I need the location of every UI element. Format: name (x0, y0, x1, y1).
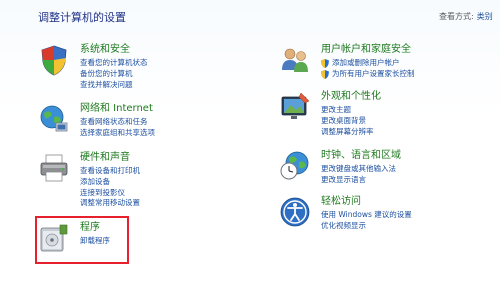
view-by-dropdown[interactable]: 类别 (477, 12, 493, 21)
link-homegroup-sharing[interactable]: 选择家庭组和共享选项 (80, 128, 155, 139)
category-appearance: 外观和个性化 更改主题 更改桌面背景 调整屏幕分辨率 (279, 91, 494, 143)
link-recommended-settings[interactable]: 使用 Windows 建议的设置 (321, 210, 412, 221)
category-title[interactable]: 时钟、语言和区域 (321, 150, 401, 162)
shield-flag-icon[interactable] (38, 44, 70, 76)
link-change-input-method[interactable]: 更改键盘或其他输入法 (321, 164, 396, 175)
link-mobility-settings[interactable]: 调整常用移动设置 (80, 198, 140, 209)
link-change-display-language[interactable]: 更改显示语言 (321, 175, 396, 186)
link-connect-projector[interactable]: 连接到投影仪 (80, 188, 140, 199)
accessibility-icon[interactable] (279, 196, 311, 228)
category-title[interactable]: 外观和个性化 (321, 91, 381, 103)
link-label: 添加或删除用户帐户 (332, 58, 400, 67)
link-label: 为所有用户设置家长控制 (332, 68, 415, 78)
link-find-fix-problems[interactable]: 查找并解决问题 (80, 80, 148, 91)
network-globe-icon[interactable] (38, 103, 70, 135)
link-view-network-status[interactable]: 查看网络状态和任务 (80, 117, 155, 128)
uac-shield-icon (321, 58, 329, 68)
category-network-internet: 网络和 Internet 查看网络状态和任务 选择家庭组和共享选项 (38, 103, 238, 143)
link-backup-computer[interactable]: 备份您的计算机 (80, 69, 148, 80)
link-add-remove-accounts[interactable]: 添加或删除用户帐户 (321, 58, 415, 69)
link-change-theme[interactable]: 更改主题 (321, 105, 374, 116)
users-icon[interactable] (279, 44, 311, 76)
link-devices-printers[interactable]: 查看设备和打印机 (80, 166, 140, 177)
category-hardware-sound: 硬件和声音 查看设备和打印机 添加设备 连接到投影仪 调整常用移动设置 (38, 152, 238, 214)
page-title: 调整计算机的设置 (38, 11, 126, 24)
category-system-security: 系统和安全 查看您的计算机状态 备份您的计算机 查找并解决问题 (38, 44, 238, 94)
category-title[interactable]: 系统和安全 (80, 44, 130, 56)
link-parental-controls[interactable]: 为所有用户设置家长控制 (321, 69, 415, 80)
category-title[interactable]: 网络和 Internet (80, 103, 153, 115)
category-title[interactable]: 硬件和声音 (80, 152, 130, 164)
highlight-box (35, 216, 129, 264)
view-by-label: 查看方式: (439, 12, 474, 21)
printer-icon[interactable] (38, 152, 70, 184)
category-title[interactable]: 轻松访问 (321, 196, 361, 208)
view-by: 查看方式: 类别 (439, 11, 493, 22)
link-add-device[interactable]: 添加设备 (80, 177, 140, 188)
category-ease-of-access: 轻松访问 使用 Windows 建议的设置 优化视频显示 (279, 196, 494, 236)
appearance-icon[interactable] (279, 91, 311, 123)
category-user-accounts: 用户帐户和家庭安全 添加或删除用户帐户 为所有用户设置家长控制 (279, 44, 494, 84)
link-screen-resolution[interactable]: 调整屏幕分辨率 (321, 127, 374, 138)
link-optimize-display[interactable]: 优化视频显示 (321, 221, 412, 232)
category-title[interactable]: 用户帐户和家庭安全 (321, 44, 411, 56)
link-change-background[interactable]: 更改桌面背景 (321, 116, 374, 127)
uac-shield-icon (321, 69, 329, 79)
category-clock-language: 时钟、语言和区域 更改键盘或其他输入法 更改显示语言 (279, 150, 494, 190)
link-view-computer-status[interactable]: 查看您的计算机状态 (80, 58, 148, 69)
clock-globe-icon[interactable] (279, 150, 311, 182)
